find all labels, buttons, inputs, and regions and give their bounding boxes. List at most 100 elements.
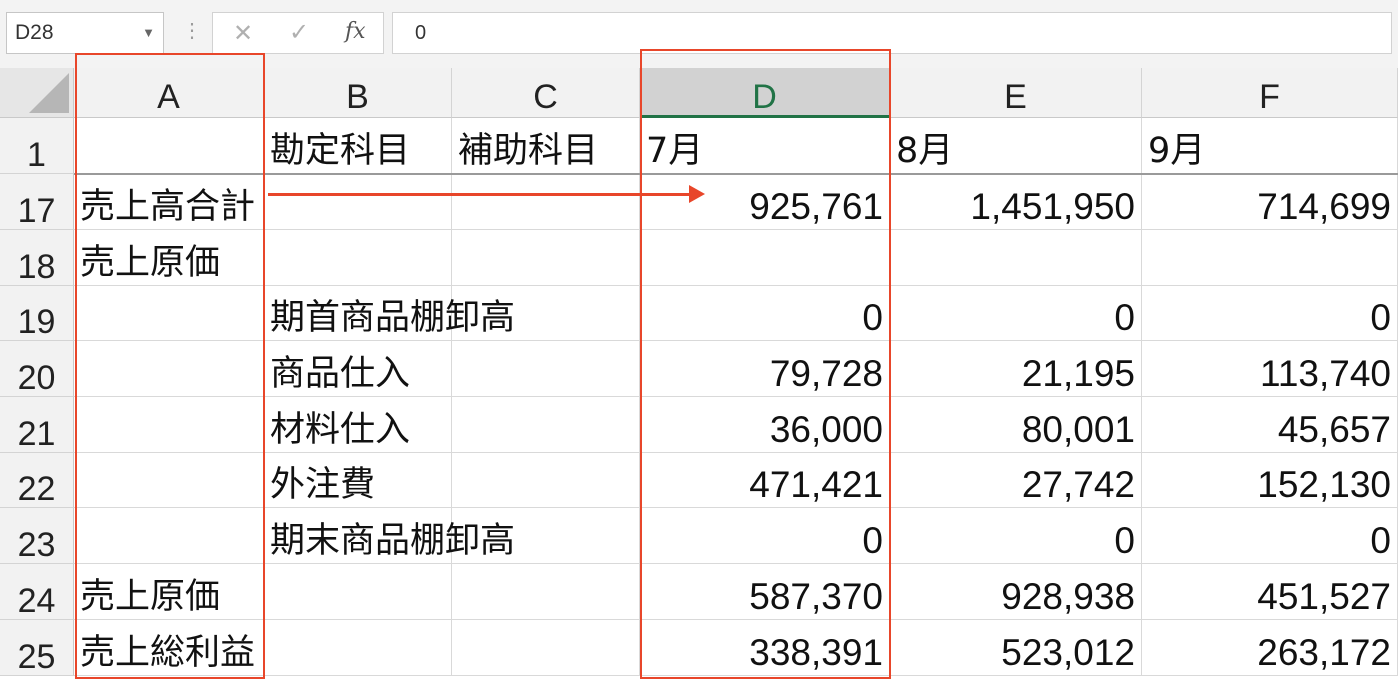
cell-value: 売上原価 [80,243,221,283]
cell-e23[interactable]: 0 [890,508,1142,564]
cell-value: 263,172 [1257,632,1391,673]
cell-c21[interactable] [452,397,640,453]
cell-c22[interactable] [452,453,640,508]
check-icon[interactable]: ✓ [289,18,309,46]
cell-d18[interactable] [640,230,890,286]
cell-d21[interactable]: 36,000 [640,397,890,453]
cell-d1[interactable]: 7月 [640,118,890,174]
cell-value: 0 [1370,520,1391,561]
cell-e1[interactable]: 8月 [890,118,1142,174]
cancel-icon[interactable]: ✕ [233,19,253,47]
cell-f19[interactable]: 0 [1142,286,1398,341]
row-header-20[interactable]: 20 [0,341,74,397]
cell-f17[interactable]: 714,699 [1142,174,1398,230]
cell-d24[interactable]: 587,370 [640,564,890,620]
column-header-a[interactable]: A [74,68,264,118]
cell-value: 587,370 [749,576,883,617]
cell-c23[interactable] [452,508,640,564]
cell-value: 471,421 [749,464,883,505]
cell-e24[interactable]: 928,938 [890,564,1142,620]
cell-a18[interactable]: 売上原価 [74,230,264,286]
cell-value: 45,657 [1277,409,1391,450]
cell-c1[interactable]: 補助科目 [452,118,640,174]
cell-c17[interactable] [452,174,640,230]
cell-b20[interactable]: 商品仕入 [264,341,452,397]
name-box[interactable]: D28 ▼ [6,12,164,54]
column-header-b[interactable]: B [264,68,452,118]
cell-value: 売上原価 [80,577,221,617]
column-header-d[interactable]: D [640,68,890,118]
cell-f18[interactable] [1142,230,1398,286]
cell-c20[interactable] [452,341,640,397]
column-header-e[interactable]: E [890,68,1142,118]
column-header-c[interactable]: C [452,68,640,118]
cell-b23[interactable]: 期末商品棚卸高 [264,508,515,564]
cell-e18[interactable] [890,230,1142,286]
cell-a20[interactable] [74,341,264,397]
row-header-19[interactable]: 19 [0,286,74,341]
cell-f22[interactable]: 152,130 [1142,453,1398,508]
cell-c24[interactable] [452,564,640,620]
cell-d20[interactable]: 79,728 [640,341,890,397]
cell-a25[interactable]: 売上総利益 [74,620,264,676]
cell-a17[interactable]: 売上高合計 [74,174,264,230]
cell-b22[interactable]: 外注費 [264,453,452,508]
select-all-button[interactable] [0,68,74,118]
cell-a24[interactable]: 売上原価 [74,564,264,620]
cell-f24[interactable]: 451,527 [1142,564,1398,620]
cell-d17[interactable]: 925,761 [640,174,890,230]
row-header-1[interactable]: 1 [0,118,74,174]
more-options-icon[interactable]: ⋮ [182,18,202,43]
row-header-18[interactable]: 18 [0,230,74,286]
row-header-17[interactable]: 17 [0,174,74,230]
row-header-23[interactable]: 23 [0,508,74,564]
cell-value: 152,130 [1257,464,1391,505]
cell-d22[interactable]: 471,421 [640,453,890,508]
cell-d23[interactable]: 0 [640,508,890,564]
insert-function-icon[interactable]: fx [345,19,366,44]
cell-b1[interactable]: 勘定科目 [264,118,452,174]
row-header-22[interactable]: 22 [0,453,74,508]
cell-d25[interactable]: 338,391 [640,620,890,676]
cell-e21[interactable]: 80,001 [890,397,1142,453]
cell-value: 36,000 [769,409,883,450]
cell-b25[interactable] [264,620,452,676]
cell-value: 0 [1114,297,1135,338]
row-header-25[interactable]: 25 [0,620,74,676]
cell-c25[interactable] [452,620,640,676]
formula-input[interactable]: 0 [392,12,1392,54]
cell-e25[interactable]: 523,012 [890,620,1142,676]
row-number: 21 [17,415,56,453]
cell-f21[interactable]: 45,657 [1142,397,1398,453]
cell-f20[interactable]: 113,740 [1142,341,1398,397]
cell-b21[interactable]: 材料仕入 [264,397,452,453]
row-number: 24 [17,582,56,620]
cell-a19[interactable] [74,286,264,341]
row-header-21[interactable]: 21 [0,397,74,453]
column-header-f[interactable]: F [1142,68,1398,118]
formula-buttons: ✕ ✓ fx [212,12,384,54]
chevron-down-icon[interactable]: ▼ [142,13,155,53]
cell-b17[interactable] [264,174,452,230]
cell-value: 523,012 [1001,632,1135,673]
cell-e17[interactable]: 1,451,950 [890,174,1142,230]
row-header-24[interactable]: 24 [0,564,74,620]
cell-c18[interactable] [452,230,640,286]
cell-b18[interactable] [264,230,452,286]
cell-a1[interactable] [74,118,264,174]
cell-value: 外注費 [270,465,376,505]
cell-e19[interactable]: 0 [890,286,1142,341]
cell-b24[interactable] [264,564,452,620]
cell-f23[interactable]: 0 [1142,508,1398,564]
cell-f25[interactable]: 263,172 [1142,620,1398,676]
cell-a22[interactable] [74,453,264,508]
cell-f1[interactable]: 9月 [1142,118,1398,174]
cell-value: 21,195 [1021,353,1135,394]
cell-e20[interactable]: 21,195 [890,341,1142,397]
cell-b19[interactable]: 期首商品棚卸高 [264,286,515,341]
cell-d19[interactable]: 0 [640,286,890,341]
cell-e22[interactable]: 27,742 [890,453,1142,508]
cell-a23[interactable] [74,508,264,564]
cell-c19[interactable] [452,286,640,341]
cell-a21[interactable] [74,397,264,453]
